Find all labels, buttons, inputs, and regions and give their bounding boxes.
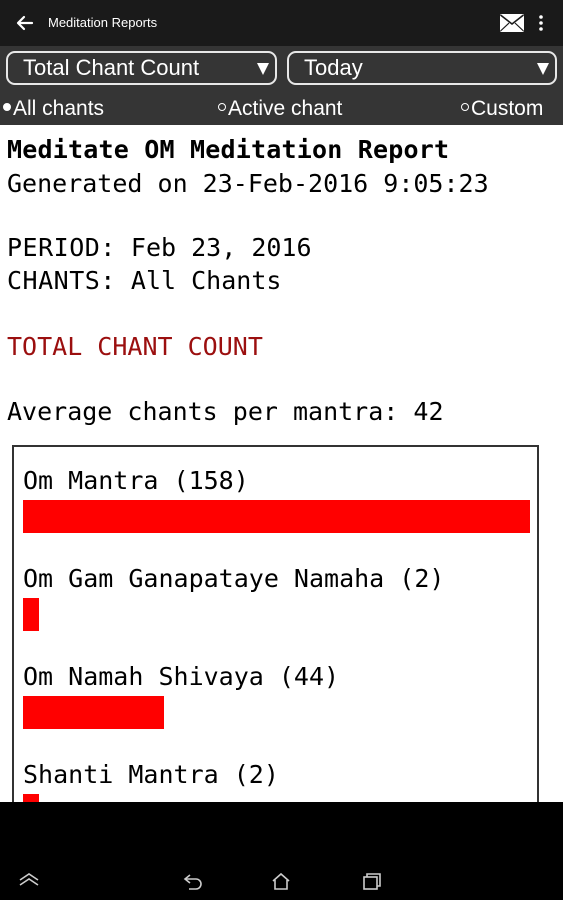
- dropdown-arrow-icon: [537, 63, 549, 75]
- action-bar: Meditation Reports: [0, 0, 563, 46]
- generated-timestamp: Generated on 23-Feb-2016 9:05:23: [7, 169, 489, 198]
- radio-all-chants[interactable]: All chants: [3, 97, 104, 121]
- period-select[interactable]: Today: [287, 51, 557, 85]
- radio-active-chant[interactable]: Active chant: [218, 97, 342, 121]
- home-icon[interactable]: [270, 872, 292, 890]
- dropdown-arrow-icon: [257, 63, 269, 75]
- back-icon[interactable]: [182, 872, 204, 890]
- radio-custom[interactable]: Custom: [461, 97, 543, 121]
- report-heading: Meditate OM Meditation Report: [7, 135, 450, 164]
- bar: [23, 598, 39, 631]
- report-controls: Total Chant Count Today All chants Activ…: [0, 46, 563, 125]
- metric-select-value: Total Chant Count: [23, 55, 200, 80]
- overflow-menu-icon[interactable]: [536, 12, 546, 34]
- bar-label: Om Mantra (158): [23, 466, 249, 495]
- section-title: TOTAL CHANT COUNT: [7, 332, 263, 361]
- back-arrow-icon[interactable]: [14, 12, 36, 34]
- bar-label: Om Gam Ganapataye Namaha (2): [23, 564, 445, 593]
- bar-label: Om Namah Shivaya (44): [23, 662, 340, 691]
- radio-selected-icon: [3, 103, 11, 112]
- metric-select[interactable]: Total Chant Count: [6, 51, 277, 85]
- average-value: 42: [398, 397, 444, 426]
- period-line: PERIOD: Feb 23, 2016: [7, 233, 312, 262]
- radio-unselected-icon: [218, 103, 226, 112]
- period-value: Feb 23, 2016: [115, 233, 312, 262]
- recents-icon[interactable]: [361, 872, 383, 890]
- keyboard-hide-icon[interactable]: [18, 872, 40, 888]
- app-title: Meditation Reports: [48, 15, 158, 30]
- radio-label: Custom: [471, 97, 544, 120]
- chants-line: CHANTS: All Chants: [7, 266, 281, 295]
- radio-unselected-icon: [461, 103, 469, 112]
- report-view[interactable]: Meditate OM Meditation Report Generated …: [0, 125, 563, 802]
- radio-label: Active chant: [228, 97, 343, 120]
- bar: [23, 696, 164, 729]
- bar-label: Shanti Mantra (2): [23, 760, 279, 789]
- chant-count-chart: Om Mantra (158) Om Gam Ganapataye Namaha …: [12, 445, 539, 802]
- period-label: PERIOD:: [7, 233, 116, 262]
- chart-row: Om Namah Shivaya (44): [23, 661, 339, 729]
- chart-row: Om Gam Ganapataye Namaha (2): [23, 563, 444, 631]
- average-label: Average chants per mantra:: [7, 397, 399, 426]
- chart-row: Om Mantra (158): [23, 465, 530, 533]
- chart-row: Shanti Mantra (2): [23, 759, 279, 802]
- email-icon[interactable]: [499, 13, 525, 33]
- period-select-value: Today: [304, 55, 363, 80]
- chants-label: CHANTS:: [7, 266, 116, 295]
- bar: [23, 500, 530, 533]
- radio-label: All chants: [13, 97, 105, 120]
- average-line: Average chants per mantra: 42: [7, 397, 444, 426]
- chants-value: All Chants: [115, 266, 282, 295]
- bar: [23, 794, 39, 802]
